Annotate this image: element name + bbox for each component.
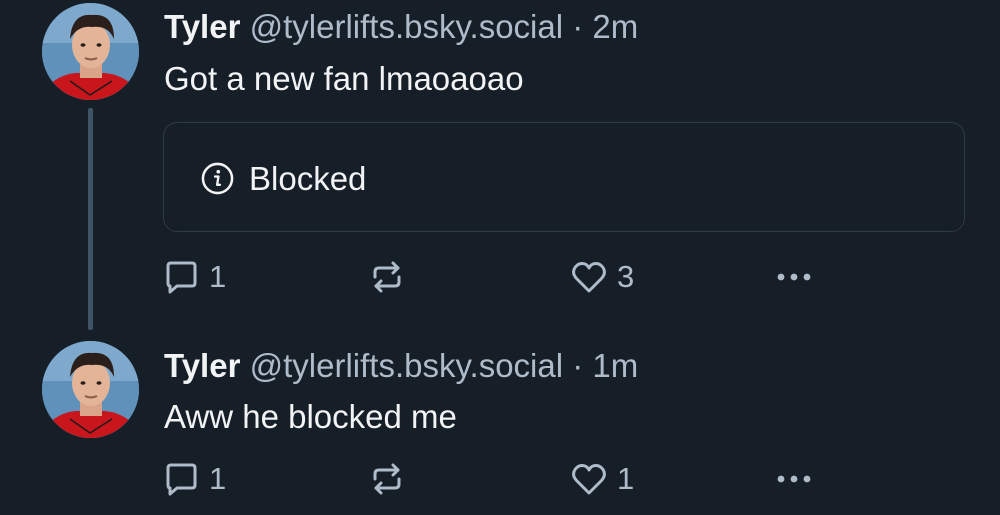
info-circle-icon	[201, 162, 234, 195]
avatar-photo	[42, 341, 139, 438]
author-avatar[interactable]	[42, 3, 139, 100]
post-thread: Tyler @tylerlifts.bsky.social · 2m Got a…	[0, 0, 1000, 515]
reply-count: 1	[209, 259, 227, 294]
repost-icon	[373, 261, 401, 293]
more-dots-icon	[777, 475, 811, 483]
author-handle[interactable]: @tylerlifts.bsky.social	[250, 8, 563, 45]
like-button[interactable]: 3	[570, 255, 634, 299]
post-header: Tyler @tylerlifts.bsky.social · 1m	[164, 346, 638, 386]
header-separator: ·	[572, 8, 584, 45]
author-name[interactable]: Tyler	[164, 347, 240, 384]
post-text: Got a new fan lmaoaoao	[164, 60, 524, 97]
more-dots-icon	[777, 273, 811, 281]
repost-button[interactable]	[368, 255, 406, 299]
post-timestamp[interactable]: 1m	[592, 347, 638, 384]
heart-icon	[572, 463, 606, 495]
author-avatar[interactable]	[42, 341, 139, 438]
like-count: 1	[617, 461, 635, 496]
header-separator: ·	[572, 347, 584, 384]
post-header: Tyler @tylerlifts.bsky.social · 2m	[164, 7, 638, 47]
post-timestamp[interactable]: 2m	[592, 8, 638, 45]
reply-bubble-icon	[166, 261, 197, 294]
post-action-bar: 1 1	[160, 457, 980, 501]
more-options-button[interactable]	[774, 457, 814, 501]
repost-icon	[373, 463, 401, 495]
thread-connector-line	[88, 108, 93, 330]
more-options-button[interactable]	[774, 255, 814, 299]
repost-button[interactable]	[368, 457, 406, 501]
like-count: 3	[617, 259, 635, 294]
author-handle[interactable]: @tylerlifts.bsky.social	[250, 347, 563, 384]
author-name[interactable]: Tyler	[164, 8, 240, 45]
heart-icon	[572, 261, 606, 293]
reply-button[interactable]: 1	[162, 457, 226, 501]
post-text: Aww he blocked me	[164, 398, 457, 435]
reply-count: 1	[209, 461, 227, 496]
blocked-quote-card: Blocked	[163, 122, 965, 232]
reply-button[interactable]: 1	[162, 255, 226, 299]
post-action-bar: 1 3	[160, 255, 980, 299]
reply-bubble-icon	[166, 463, 197, 496]
blocked-label: Blocked	[249, 160, 367, 197]
like-button[interactable]: 1	[570, 457, 634, 501]
avatar-photo	[42, 3, 139, 100]
